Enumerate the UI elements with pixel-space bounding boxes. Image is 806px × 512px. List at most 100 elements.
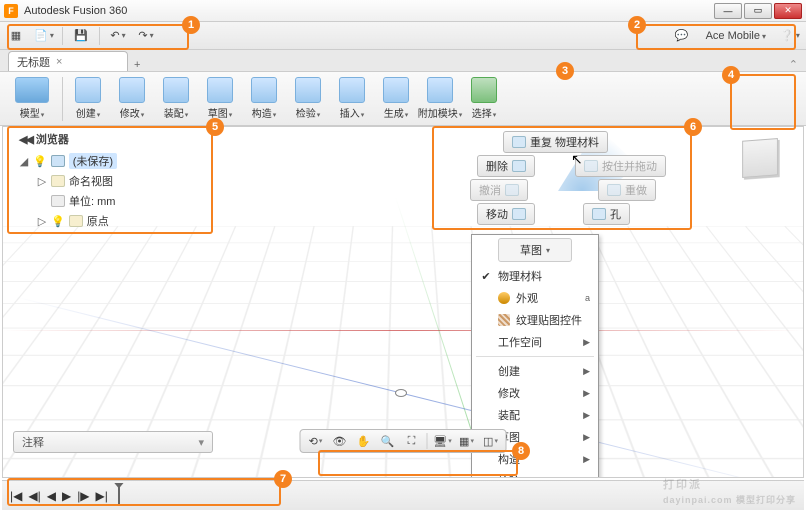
timeline-end-icon[interactable]: ▶| (96, 489, 108, 503)
view-cube[interactable] (735, 133, 785, 183)
timeline-play-icon[interactable]: ▶ (62, 489, 71, 503)
texture-icon (498, 314, 510, 326)
tab-close-icon[interactable]: × (56, 56, 62, 68)
delete-icon (512, 160, 526, 172)
quick-access-toolbar: ▦ 📄 💾 ↶ ↷ 💬 Ace Mobile ❔ (0, 22, 806, 50)
ribbon-modify[interactable]: 修改 (111, 75, 153, 123)
menu-item-create[interactable]: 创建▶ (472, 360, 598, 382)
workspace-switcher[interactable]: 模型 (6, 75, 58, 123)
ribbon-create[interactable]: 创建 (67, 75, 109, 123)
browser-panel: ◀◀ 浏览器 ◢ 💡 (未保存) ▷ 命名视图 ▷ 单位: mm ▷ 💡 原点 (13, 127, 211, 235)
orbit-icon[interactable]: ⟲ (307, 432, 325, 450)
grid-settings-icon[interactable]: ▦ (458, 432, 476, 450)
pill-hole[interactable]: 孔 (583, 203, 630, 225)
app-menu-icon[interactable]: ▦ (6, 26, 26, 46)
origin-marker (395, 389, 407, 397)
bulb-icon[interactable]: 💡 (51, 215, 65, 228)
pill-undo[interactable]: 撤消 (470, 179, 528, 201)
axis-x (3, 330, 803, 331)
drag-icon (584, 160, 598, 172)
check-icon: ✔ (480, 270, 492, 283)
save-icon[interactable]: 💾 (71, 26, 91, 46)
expand-icon[interactable]: ◢ (19, 155, 29, 168)
ribbon-inspect[interactable]: 检验 (287, 75, 329, 123)
timeline-play-back-icon[interactable]: ◀ (47, 489, 56, 503)
ribbon-sketch[interactable]: 草图 (199, 75, 241, 123)
menu-item-physical-material[interactable]: ✔物理材料 (472, 265, 598, 287)
comments-label: 注释 (22, 434, 44, 450)
model-icon (15, 77, 49, 103)
hole-icon (592, 208, 606, 220)
ribbon-construct[interactable]: 构造 (243, 75, 285, 123)
ribbon-select[interactable]: 选择 (463, 75, 505, 123)
document-tab-row: 无标题 × + ⌃ (0, 50, 806, 72)
context-menu-header[interactable]: 草图 (498, 238, 572, 262)
file-menu-icon[interactable]: 📄 (34, 26, 54, 46)
ruler-icon (51, 195, 65, 207)
undo-small-icon (505, 184, 519, 196)
undo-icon[interactable]: ↶ (108, 26, 128, 46)
timeline-marker[interactable] (118, 487, 120, 505)
browser-node-units[interactable]: ▷ 单位: mm (19, 191, 205, 211)
menu-item-modify[interactable]: 修改▶ (472, 382, 598, 404)
chat-icon[interactable]: 💬 (672, 26, 692, 46)
timeline-back-icon[interactable]: ◀| (28, 489, 40, 503)
browser-node-origin[interactable]: ▷ 💡 原点 (19, 211, 205, 231)
expand-icon[interactable]: ▷ (37, 215, 47, 228)
timeline-start-icon[interactable]: |◀ (10, 489, 22, 503)
menu-item-assemble[interactable]: 装配▶ (472, 404, 598, 426)
menu-item-texture-map[interactable]: 纹理贴图控件 (472, 309, 598, 331)
user-menu[interactable]: Ace Mobile (700, 30, 772, 42)
browser-node-views[interactable]: ▷ 命名视图 (19, 171, 205, 191)
pill-delete[interactable]: 删除 (477, 155, 535, 177)
menu-item-inspect[interactable]: 检验▶ (472, 470, 598, 478)
app-icon: F (4, 4, 18, 18)
ribbon-insert[interactable]: 插入 (331, 75, 373, 123)
browser-root[interactable]: ◢ 💡 (未保存) (19, 151, 205, 171)
comments-bar[interactable]: 注释 ▾ (13, 431, 213, 453)
menu-item-appearance[interactable]: 外观a (472, 287, 598, 309)
maximize-button[interactable]: ▭ (744, 3, 772, 19)
expand-icon[interactable]: ▾ (198, 436, 204, 449)
ribbon-addins[interactable]: 附加模块 (419, 75, 461, 123)
component-icon (51, 155, 65, 167)
ribbon-make[interactable]: 生成 (375, 75, 417, 123)
redo-small-icon (607, 184, 621, 196)
pill-press-drag[interactable]: 按住并拖动 (575, 155, 666, 177)
expand-icon[interactable]: ▷ (37, 175, 47, 188)
title-bar: F Autodesk Fusion 360 — ▭ ✕ (0, 0, 806, 22)
display-settings-icon[interactable]: 🖥 (434, 432, 452, 450)
fit-icon[interactable]: ⛶ (403, 432, 421, 450)
folder-icon (51, 175, 65, 187)
sphere-icon (498, 292, 510, 304)
repeat-icon (512, 136, 526, 148)
close-window-button[interactable]: ✕ (774, 3, 802, 19)
watermark: 打印派 dayinpai.com 模型打印分享 (663, 475, 796, 506)
timeline-fwd-icon[interactable]: |▶ (77, 489, 89, 503)
viewport-layout-icon[interactable]: ◫ (482, 432, 500, 450)
look-icon[interactable]: 👁 (331, 432, 349, 450)
viewport[interactable]: ◀◀ 浏览器 ◢ 💡 (未保存) ▷ 命名视图 ▷ 单位: mm ▷ 💡 原点 (2, 126, 804, 478)
bulb-icon[interactable]: 💡 (33, 155, 47, 168)
pill-repeat[interactable]: 重复 物理材料 (503, 131, 608, 153)
app-title: Autodesk Fusion 360 (24, 5, 714, 17)
document-tab[interactable]: 无标题 × (8, 51, 128, 71)
new-tab-button[interactable]: + (134, 59, 140, 71)
browser-title: 浏览器 (36, 131, 69, 147)
menu-item-workspace[interactable]: 工作空间▶ (472, 331, 598, 353)
ribbon-toolbar: 模型 创建 修改 装配 草图 构造 检验 插入 生成 附加模块 选择 (0, 72, 806, 126)
navigation-bar: ⟲ 👁 ✋ 🔍 ⛶ 🖥 ▦ ◫ (300, 429, 507, 453)
pan-icon[interactable]: ✋ (355, 432, 373, 450)
pill-move[interactable]: 移动 (477, 203, 535, 225)
move-icon (512, 208, 526, 220)
folder-icon (69, 215, 83, 227)
collapse-ribbon-icon[interactable]: ⌃ (789, 58, 798, 71)
zoom-icon[interactable]: 🔍 (379, 432, 397, 450)
minimize-button[interactable]: — (714, 3, 742, 19)
tab-title: 无标题 (17, 54, 50, 70)
redo-icon[interactable]: ↷ (136, 26, 156, 46)
help-icon[interactable]: ❔ (780, 26, 800, 46)
ribbon-assemble[interactable]: 装配 (155, 75, 197, 123)
browser-collapse-icon[interactable]: ◀◀ (19, 133, 32, 146)
pill-redo[interactable]: 重做 (598, 179, 656, 201)
